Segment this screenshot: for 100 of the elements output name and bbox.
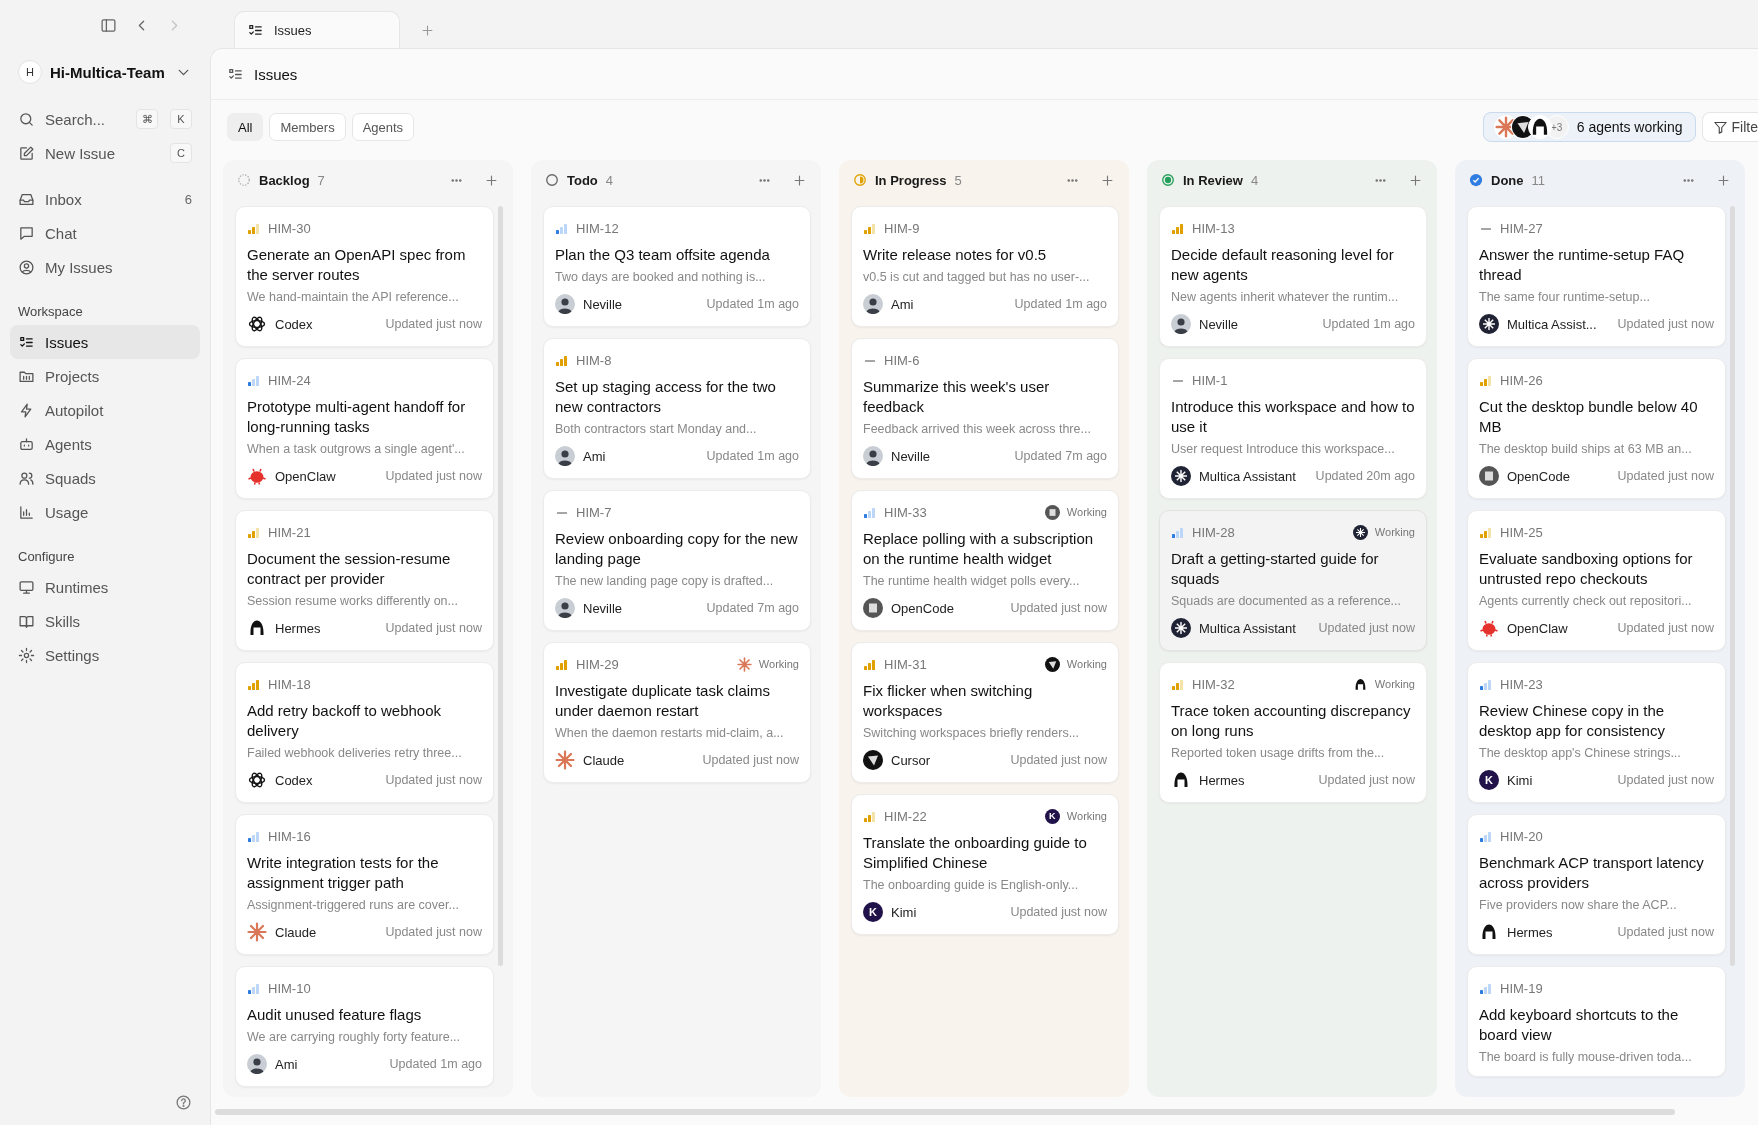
sidebar-item[interactable]: Issues [10, 325, 200, 359]
issue-card[interactable]: HIM-1 Introduce this workspace and how to use it User request Introduce this workspace... Multica Assistant Updated 20m ago [1159, 358, 1427, 499]
tab[interactable]: Issues [234, 11, 400, 48]
column-count: 11 [1531, 172, 1545, 188]
add-icon[interactable] [484, 172, 499, 188]
issue-description: The onboarding guide is English-only... [863, 877, 1080, 894]
updated-time: Updated 7m ago [1014, 449, 1107, 463]
issue-card[interactable]: HIM-30 Generate an OpenAPI spec from the server routes We hand-maintain the API reference... Codex Updated just now [235, 206, 494, 347]
issue-card[interactable]: HIM-18 Add retry backoff to webhook delivery Failed webhook deliveries retry three... Codex Updated just now [235, 662, 494, 803]
issue-id: HIM-25 [1500, 524, 1543, 540]
filter-tab[interactable]: Members [269, 113, 346, 141]
sidebar-item[interactable]: Inbox 6 [10, 182, 200, 216]
add-icon[interactable] [792, 172, 807, 188]
assignee-name: Kimi [1507, 772, 1533, 788]
assignee-name: OpenClaw [1507, 620, 1568, 636]
assignee-name: Multica Assistant [1199, 620, 1296, 636]
issue-id: HIM-31 [884, 656, 927, 672]
issue-id: HIM-21 [268, 524, 311, 540]
issue-id: HIM-26 [1500, 372, 1543, 388]
scrollbar[interactable] [498, 206, 503, 966]
issue-description: Reported token usage drifts from the... [1171, 745, 1386, 762]
assignee-name: Ami [891, 296, 914, 312]
item-label: Agents [45, 435, 93, 453]
issue-description: Agents currently check out repositori... [1479, 593, 1693, 610]
sidebar-item[interactable]: Autopilot [10, 393, 200, 427]
sidebar-item[interactable]: My Issues [10, 250, 200, 284]
issue-title: Evaluate sandboxing options for untrusted repo checkouts [1479, 549, 1694, 589]
updated-time: Updated just now [1617, 773, 1714, 787]
issue-card[interactable]: HIM-32 Working Trace token accounting discrepancy on long runs Reported token usage drifts from the... Hermes Updated just now [1159, 662, 1427, 803]
issue-card[interactable]: HIM-31 Working Fix flicker when switching workspaces Switching workspaces briefly renders... Cursor Updated just now [851, 642, 1119, 783]
agents-working-button[interactable]: +3 6 agents working [1482, 112, 1696, 142]
sidebar-item[interactable]: Agents [10, 427, 200, 461]
column-title: Done [1491, 172, 1524, 188]
item-label: Issues [45, 333, 90, 351]
issue-card[interactable]: HIM-7 Review onboarding copy for the new landing page The new landing page copy is drafted... Neville Updated 7m ago [543, 490, 811, 631]
column-count: 5 [954, 172, 962, 188]
issue-card[interactable]: HIM-24 Prototype multi-agent handoff for long-running tasks When a task outgrows a single agent'... OpenClaw Updated just now [235, 358, 494, 499]
issue-card[interactable]: HIM-6 Summarize this week's user feedback Feedback arrived this week across thre... Neville Updated 7m ago [851, 338, 1119, 479]
new-tab-icon[interactable] [420, 23, 435, 38]
sidebar-action[interactable]: New Issue C [10, 136, 200, 170]
issue-id: HIM-12 [576, 220, 619, 236]
issue-card[interactable]: HIM-27 Answer the runtime-setup FAQ thread The same four runtime-setup... Multica Assist... Updated just now [1467, 206, 1726, 347]
issue-card[interactable]: HIM-9 Write release notes for v0.5 v0.5 is cut and tagged but has no user-... Ami Updated 1m ago [851, 206, 1119, 327]
issue-id: HIM-7 [576, 504, 612, 520]
scrollbar[interactable] [1730, 206, 1735, 966]
sidebar-item[interactable]: Squads [10, 461, 200, 495]
item-label: Autopilot [45, 401, 105, 419]
scrollbar[interactable] [215, 1109, 1675, 1115]
issue-card[interactable]: HIM-13 Decide default reasoning level for new agents New agents inherit whatever the runtim... Neville Updated 1m ago [1159, 206, 1427, 347]
issue-title: Write integration tests for the assignment trigger path [247, 853, 440, 893]
issue-card[interactable]: HIM-22 K Working Translate the onboarding guide to Simplified Chinese The onboarding guide is English-only... K Kimi Updated just now [851, 794, 1119, 935]
updated-time: Updated 1m ago [1014, 297, 1107, 311]
sidebar-action[interactable]: Search... ⌘ K [10, 102, 200, 136]
issue-id: HIM-24 [268, 372, 311, 388]
issue-title: Benchmark ACP transport latency across providers [1479, 853, 1705, 893]
issue-card[interactable]: HIM-8 Set up staging access for the two new contractors Both contractors start Monday and... Ami Updated 1m ago [543, 338, 811, 479]
sidebar-toggle-icon[interactable] [100, 16, 117, 34]
sidebar-item[interactable]: Runtimes [10, 570, 200, 604]
sidebar-item[interactable]: Settings [10, 638, 200, 672]
assignee-name: Codex [275, 772, 313, 788]
issue-title: Decide default reasoning level for new agents [1171, 245, 1395, 285]
sidebar-item[interactable]: Projects [10, 359, 200, 393]
sidebar-item[interactable]: Skills [10, 604, 200, 638]
filter-button[interactable]: Filte [1701, 112, 1758, 142]
issue-id: HIM-8 [576, 352, 612, 368]
issue-card[interactable]: HIM-12 Plan the Q3 team offsite agenda Two days are booked and nothing is... Neville Updated 1m ago [543, 206, 811, 327]
issue-title: Review onboarding copy for the new landing page [555, 529, 799, 569]
column-title: Todo [567, 172, 598, 188]
team-switcher[interactable]: H Hi-Multica-Team [10, 54, 200, 90]
issue-card[interactable]: HIM-19 Add keyboard shortcuts to the board view The board is fully mouse-driven toda... [1467, 966, 1726, 1077]
issue-description: Feedback arrived this week across thre... [863, 421, 1092, 438]
sidebar-item[interactable]: Chat [10, 216, 200, 250]
issue-title: Summarize this week's user feedback [863, 377, 1051, 417]
issue-description: Five providers now share the ACP... [1479, 897, 1678, 914]
issue-card[interactable]: HIM-25 Evaluate sandboxing options for untrusted repo checkouts Agents currently check out repositori... OpenClaw Updated just now [1467, 510, 1726, 651]
issue-card[interactable]: HIM-16 Write integration tests for the assignment trigger path Assignment-triggered runs are cover... Claude Updated just now [235, 814, 494, 955]
issue-description: The new landing page copy is drafted... [555, 573, 775, 590]
issue-card[interactable]: HIM-29 Working Investigate duplicate task claims under daemon restart When the daemon restarts mid-claim, a... Claude Updated just now [543, 642, 811, 783]
issue-id: HIM-20 [1500, 828, 1543, 844]
issue-card[interactable]: HIM-23 Review Chinese copy in the desktop app for consistency The desktop app's Chinese strings... K Kimi Updated just now [1467, 662, 1726, 803]
sidebar-item[interactable]: Usage [10, 495, 200, 529]
add-icon[interactable] [1408, 172, 1423, 188]
add-icon[interactable] [1716, 172, 1731, 188]
filter-tab[interactable]: Agents [351, 113, 415, 141]
issue-description: The runtime health widget polls every... [863, 573, 1081, 590]
issue-id: HIM-30 [268, 220, 311, 236]
issue-card[interactable]: HIM-33 Working Replace polling with a subscription on the runtime health widget The runtime health widget polls every... OpenCode Updated just now [851, 490, 1119, 631]
issue-card[interactable]: HIM-21 Document the session-resume contract per provider Session resume works differently on... Hermes Updated just now [235, 510, 494, 651]
help-icon[interactable] [175, 1094, 192, 1111]
issue-title: Review Chinese copy in the desktop app for consistency [1479, 701, 1666, 741]
filter-tab[interactable]: All [227, 113, 264, 141]
issue-card[interactable]: HIM-20 Benchmark ACP transport latency across providers Five providers now share the ACP... Hermes Updated just now [1467, 814, 1726, 955]
action-label: New Issue [45, 144, 117, 162]
issue-card[interactable]: HIM-10 Audit unused feature flags We are carrying roughly forty feature... Ami Updated 1m ago [235, 966, 494, 1087]
add-icon[interactable] [1100, 172, 1115, 188]
working-label: Working [1066, 810, 1107, 822]
issue-card[interactable]: HIM-28 Working Draft a getting-started guide for squads Squads are documented as a reference... Multica Assistant Updated just now [1159, 510, 1427, 651]
shortcut-key: C [170, 143, 192, 163]
issue-card[interactable]: HIM-26 Cut the desktop bundle below 40 MB The desktop build ships at 63 MB an... OpenCode Updated just now [1467, 358, 1726, 499]
issue-description: The board is fully mouse-driven toda... [1479, 1049, 1693, 1066]
